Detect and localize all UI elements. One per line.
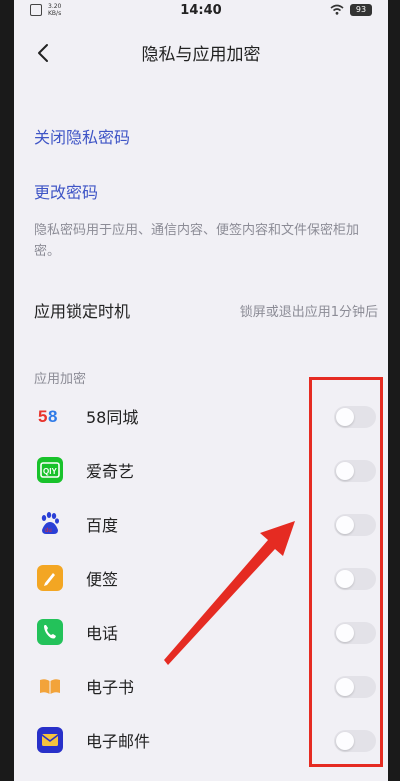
app-lock-timing-value: 锁屏或退出应用1分钟后	[239, 305, 378, 320]
wifi-icon	[330, 4, 344, 15]
svg-text:5: 5	[38, 407, 47, 426]
app-name: 百度	[86, 516, 119, 535]
email-icon	[37, 727, 63, 753]
status-bar: 3.20 KB/s 14:40 93	[14, 0, 388, 22]
app-lock-timing-label: 应用锁定时机	[34, 302, 131, 321]
app-encryption-section-title: 应用加密	[34, 372, 87, 387]
app-lock-timing-row[interactable]: 应用锁定时机 锁屏或退出应用1分钟后	[14, 290, 388, 330]
phone-screen: 3.20 KB/s 14:40 93 隐私与应用加密 关闭隐私密码 更改密码 隐…	[14, 0, 388, 781]
title-bar: 隐私与应用加密	[14, 30, 388, 74]
app-name: 58同城	[86, 408, 139, 427]
app-name: 电子书	[86, 678, 135, 697]
baidu-paw-icon: du	[41, 512, 59, 534]
svg-text:8: 8	[48, 407, 57, 426]
phone-icon	[37, 619, 63, 645]
app-name: 电话	[86, 624, 119, 643]
iqiyi-icon: QIY	[37, 457, 63, 483]
toggle-column-highlight-box	[309, 377, 383, 767]
battery-indicator: 93	[350, 4, 372, 16]
svg-text:QIY: QIY	[43, 467, 57, 476]
svg-text:du: du	[45, 528, 52, 534]
ebook-icon	[40, 679, 60, 694]
app-name: 电子邮件	[86, 732, 151, 751]
page-title: 隐私与应用加密	[141, 45, 261, 65]
change-password-link[interactable]: 更改密码	[34, 179, 98, 203]
close-privacy-password-link[interactable]: 关闭隐私密码	[34, 124, 130, 148]
app-name: 爱奇艺	[86, 462, 135, 481]
notes-pencil-icon	[37, 565, 63, 591]
privacy-password-description: 隐私密码用于应用、通信内容、便签内容和文件保密柜加密。	[34, 223, 360, 259]
58-tongcheng-icon: 5 8	[38, 407, 57, 426]
app-name: 便签	[86, 570, 119, 589]
